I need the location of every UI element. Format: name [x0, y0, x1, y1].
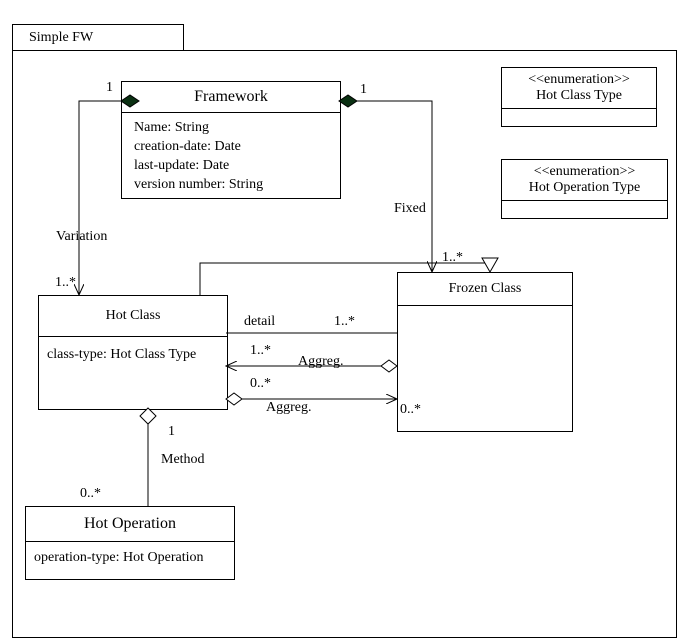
mult-aggreg2b: 0..* [400, 402, 421, 418]
mult-aggreg1a: 1..* [250, 343, 271, 359]
mult-detail: 1..* [334, 314, 355, 330]
label-aggreg1: Aggreg. [298, 354, 344, 370]
mult-variation: 1..* [55, 275, 76, 291]
gen-triangle [482, 258, 498, 272]
diamond-fixed [339, 95, 357, 107]
rel-fixed [339, 101, 432, 272]
mult-one-framework-right: 1 [360, 82, 367, 98]
diamond-variation [121, 95, 139, 107]
label-detail: detail [244, 314, 275, 330]
mult-one-method: 1 [168, 424, 175, 440]
mult-aggreg2a: 0..* [250, 376, 271, 392]
label-method: Method [161, 452, 205, 468]
label-variation: Variation [56, 229, 107, 245]
mult-method: 0..* [80, 486, 101, 502]
label-fixed: Fixed [394, 201, 426, 217]
rel-variation [79, 101, 121, 295]
diamond-aggreg2 [226, 393, 242, 405]
mult-one-framework-left: 1 [106, 80, 113, 96]
diamond-aggreg1 [381, 360, 397, 372]
mult-fixed: 1..* [442, 250, 463, 266]
label-aggreg2: Aggreg. [266, 400, 312, 416]
diamond-method [140, 408, 156, 424]
rel-generalization [200, 263, 490, 295]
uml-diagram: Simple FW Framework Name: String creatio… [0, 0, 679, 644]
